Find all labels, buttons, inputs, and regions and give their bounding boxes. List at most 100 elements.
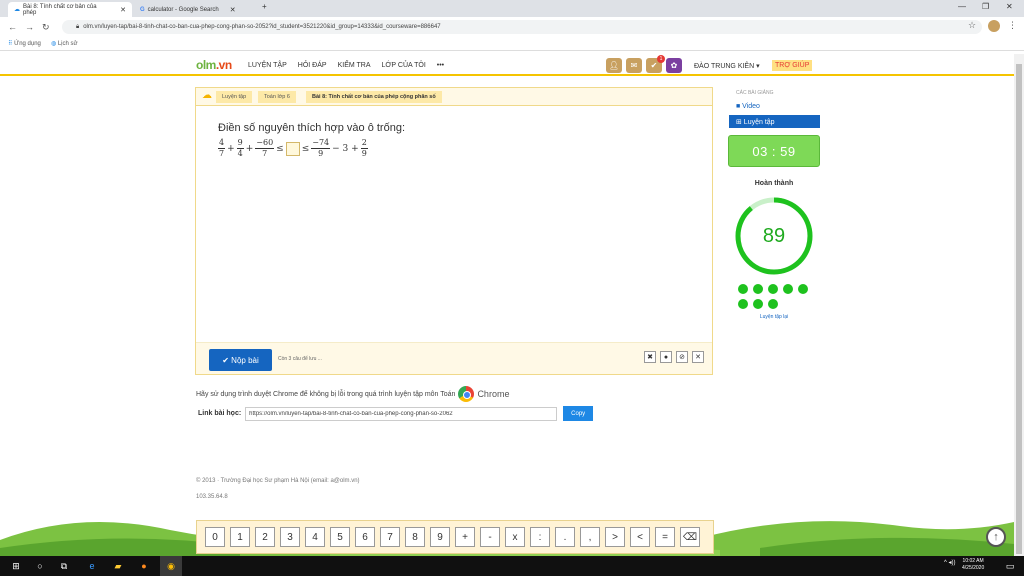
question-text: Điền số nguyên thích hợp vào ô trống:: [218, 122, 405, 134]
search-icon[interactable]: ○: [34, 560, 46, 572]
operator: − 3 +: [332, 143, 359, 154]
tab-google[interactable]: G calculator - Google Search ✕: [134, 2, 258, 17]
keypad-key[interactable]: :: [530, 527, 550, 547]
firefox-icon[interactable]: ●: [138, 560, 150, 572]
fraction: −60 7: [255, 138, 275, 158]
keypad-key[interactable]: 8: [405, 527, 425, 547]
tray-icons[interactable]: ^ ◂)): [944, 559, 956, 566]
keypad-key[interactable]: -: [480, 527, 500, 547]
chrome-icon[interactable]: ◉: [165, 560, 177, 572]
menu-test[interactable]: KIỂM TRA: [338, 62, 371, 69]
breadcrumb-item: Bài 8: Tính chất cơ bản của phép cộng ph…: [306, 91, 442, 103]
minimize-icon[interactable]: —: [958, 2, 966, 11]
lesson-link-row: Link bài học: Copy: [198, 406, 594, 421]
menu-more[interactable]: •••: [437, 62, 444, 69]
windows-start-icon[interactable]: ⊞: [10, 560, 22, 572]
practice-link[interactable]: ⊞ Luyện tập: [729, 115, 820, 128]
edge-icon[interactable]: e: [86, 560, 98, 572]
progress-dot: [768, 299, 778, 309]
redo-practice-link[interactable]: Luyện tập lại: [728, 314, 820, 320]
keypad-key[interactable]: 1: [230, 527, 250, 547]
scroll-up-icon[interactable]: ↑: [986, 527, 1006, 547]
chat-icon[interactable]: ✉: [626, 58, 642, 73]
keypad-key[interactable]: 0: [205, 527, 225, 547]
keypad-key[interactable]: 4: [305, 527, 325, 547]
answer-input[interactable]: [285, 141, 300, 156]
progress-dot: [783, 284, 793, 294]
keypad-key[interactable]: ,: [580, 527, 600, 547]
submit-button[interactable]: ✔ Nộp bài: [209, 349, 272, 371]
url-text: olm.vn/luyen-tap/bai-8-tinh-chat-co-ban-…: [83, 24, 441, 30]
menu-qa[interactable]: HỎI ĐÁP: [298, 62, 327, 69]
video-link[interactable]: ■ Video: [736, 103, 760, 110]
google-icon: G: [140, 6, 145, 13]
breadcrumb-item[interactable]: Toán lớp 6: [258, 91, 296, 103]
scroll-thumb[interactable]: [1016, 64, 1022, 554]
help-button[interactable]: TRỢ GIÚP: [772, 60, 813, 71]
avatar[interactable]: ✿: [666, 58, 682, 73]
keypad-key[interactable]: 5: [330, 527, 350, 547]
notification-icon[interactable]: ✔ 1: [646, 55, 665, 73]
keypad-key[interactable]: x: [505, 527, 525, 547]
close-icon[interactable]: ✕: [230, 6, 236, 14]
keypad-key[interactable]: 3: [280, 527, 300, 547]
notifications-icon[interactable]: ▭: [1004, 560, 1016, 572]
breadcrumb-item[interactable]: Luyện tập: [216, 91, 253, 103]
address-row: ← → ↻ 🔒︎ olm.vn/luyen-tap/bai-8-tinh-cha…: [0, 17, 1024, 37]
block-icon[interactable]: ⊘: [676, 351, 688, 363]
tool-buttons: ✖ ● ⊘ ✕: [644, 351, 704, 363]
clock-date: 4/25/2020: [962, 565, 985, 571]
panel-footer: ✔ Nộp bài Còn 3 câu để lưu ... ✖ ● ⊘ ✕: [196, 342, 712, 374]
keypad-key[interactable]: >: [605, 527, 625, 547]
close-icon[interactable]: ✕: [692, 351, 704, 363]
bookmark-history[interactable]: ◍ Lịch sử: [51, 40, 78, 47]
reload-icon[interactable]: ↻: [42, 22, 50, 33]
keypad-key[interactable]: 6: [355, 527, 375, 547]
user-name[interactable]: ĐÀO TRUNG KIÊN ▾: [694, 62, 760, 70]
operator: +: [245, 143, 254, 154]
tab-title: Bài 8: Tính chất cơ bản của phép: [23, 3, 97, 16]
menu-dots-icon[interactable]: ⋮: [1008, 20, 1017, 31]
fraction: −74 9: [311, 138, 331, 158]
lesson-link-input[interactable]: [245, 406, 558, 421]
clock[interactable]: 10:02 AM 4/25/2020: [962, 558, 984, 572]
keypad-key[interactable]: <: [630, 527, 650, 547]
browser-tab-bar: ☁ Bài 8: Tính chất cơ bản của phép ✕ G c…: [0, 0, 1024, 17]
close-window-icon[interactable]: ✕: [1006, 2, 1013, 11]
keypad-key[interactable]: =: [655, 527, 675, 547]
fraction: 94: [236, 138, 244, 158]
dot-icon[interactable]: ●: [660, 351, 672, 363]
profile-avatar[interactable]: [988, 20, 1000, 32]
progress-dot: [798, 284, 808, 294]
tab-olm[interactable]: ☁ Bài 8: Tính chất cơ bản của phép ✕: [8, 2, 132, 17]
keypad-key[interactable]: +: [455, 527, 475, 547]
keypad-key[interactable]: 7: [380, 527, 400, 547]
new-tab-button[interactable]: +: [262, 2, 267, 11]
main-menu: LUYỆN TẬP HỎI ĐÁP KIỂM TRA LỚP CỦA TÔI •…: [248, 62, 444, 69]
globe-icon: ◍: [50, 41, 57, 47]
star-icon[interactable]: ☆: [968, 20, 976, 31]
menu-practice[interactable]: LUYỆN TẬP: [248, 62, 287, 69]
keypad-key[interactable]: ⌫: [680, 527, 700, 547]
bookmark-apps[interactable]: ⠿ Ứng dụng: [8, 40, 41, 47]
clock-time: 10:02 AM: [962, 558, 984, 564]
close-icon[interactable]: ✕: [120, 6, 126, 14]
progress-dot: [753, 299, 763, 309]
menu-my-class[interactable]: LỚP CỦA TÔI: [382, 62, 426, 69]
copy-button[interactable]: Copy: [563, 406, 594, 421]
friends-icon[interactable]: 👤︎: [606, 58, 622, 73]
keypad-key[interactable]: 2: [255, 527, 275, 547]
back-icon[interactable]: ←: [8, 22, 17, 32]
page-scrollbar[interactable]: [1014, 54, 1024, 556]
keypad-key[interactable]: 9: [430, 527, 450, 547]
restore-icon[interactable]: ❐: [982, 2, 989, 11]
url-bar[interactable]: 🔒︎ olm.vn/luyen-tap/bai-8-tinh-chat-co-b…: [62, 20, 982, 34]
keypad-key[interactable]: .: [555, 527, 575, 547]
operator: ≤: [301, 143, 310, 154]
task-view-icon[interactable]: ⧉: [58, 560, 70, 572]
forward-icon[interactable]: →: [25, 22, 34, 32]
folder-icon[interactable]: ▰: [112, 560, 124, 572]
wrong-icon[interactable]: ✖: [644, 351, 656, 363]
fraction: 47: [218, 138, 226, 158]
olm-logo[interactable]: olm.vn: [196, 58, 232, 72]
